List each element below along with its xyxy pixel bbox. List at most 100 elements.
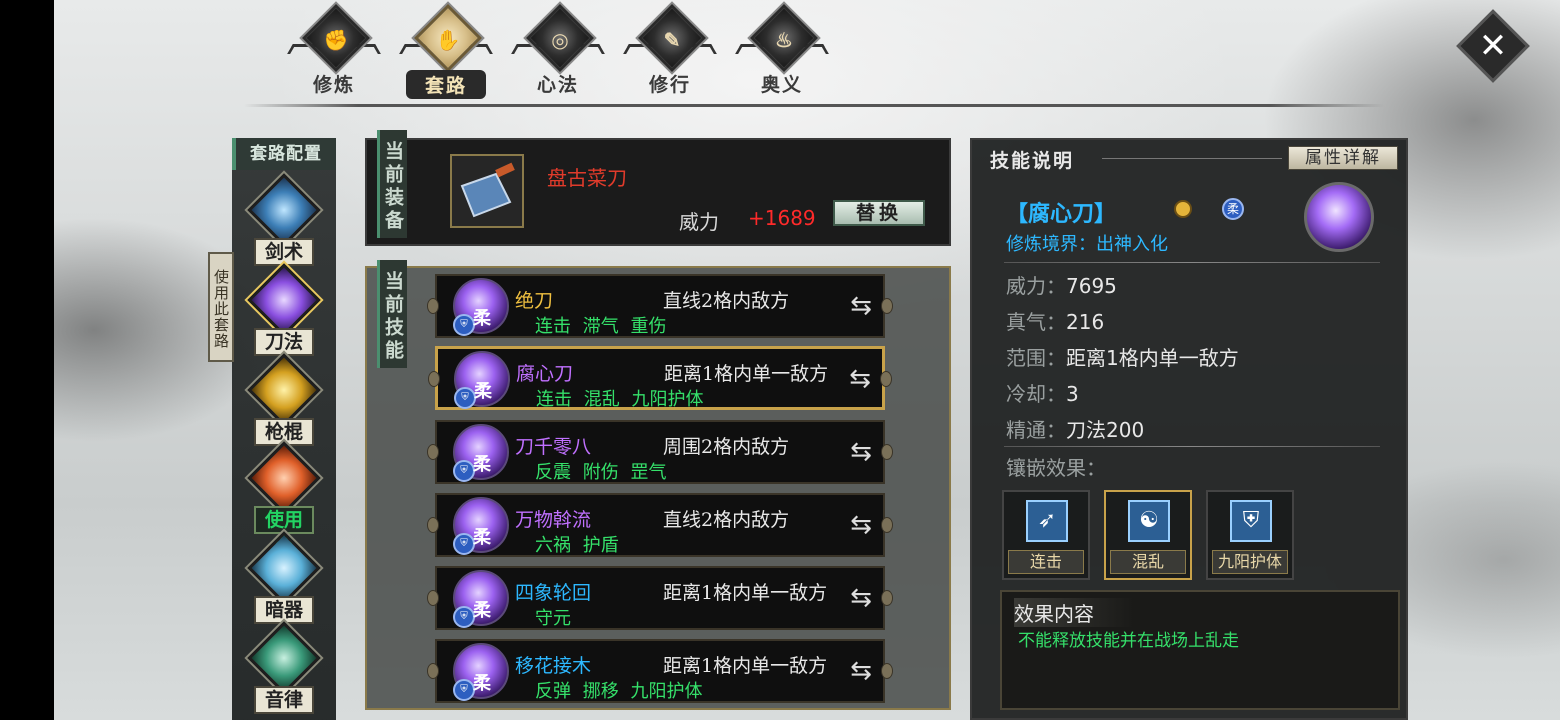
- skill-row-selected[interactable]: ⛨ 柔 腐心刀 距离1格内单一敌方 连击 混乱 九阳护体 ⇆: [428, 346, 892, 410]
- confuse-icon: ☯: [1128, 500, 1170, 542]
- route-config-label: 套路配置: [232, 138, 336, 170]
- rank-badge-icon: ⛨: [453, 314, 475, 336]
- skill-tags: 反弹 挪移 九阳护体: [535, 681, 703, 702]
- weapon-sword[interactable]: 剑术: [246, 173, 322, 268]
- replace-button[interactable]: 替换: [833, 200, 925, 226]
- skill-range: 距离1格内单一敌方: [664, 363, 829, 385]
- rank-badge-icon: ⛨: [453, 679, 475, 701]
- shield-icon: ⛨: [1230, 500, 1272, 542]
- swap-icon[interactable]: ⇆: [845, 436, 877, 468]
- skill-range: 周围2格内敌方: [663, 436, 790, 458]
- skill-name: 移花接木: [515, 655, 592, 677]
- skill-range: 直线2格内敌方: [663, 290, 790, 312]
- skill-name: 绝刀: [515, 290, 554, 312]
- coin-icon: [1174, 200, 1192, 218]
- equipment-name: 盘古菜刀: [547, 166, 627, 190]
- weapon-blade[interactable]: 刀法: [246, 263, 322, 358]
- skills-panel: 当前技能 ⛨ 柔 绝刀 直线2格内敌方 连击 滞气 重伤 ⇆ ⛨ 柔 腐心刀 距…: [365, 260, 951, 710]
- skill-range: 距离1格内单一敌方: [663, 582, 828, 604]
- rank-badge-icon: ⛨: [453, 533, 475, 555]
- skill-row[interactable]: ⛨ 柔 绝刀 直线2格内敌方 连击 滞气 重伤 ⇆: [427, 274, 893, 338]
- weapon-label: 剑术: [254, 238, 314, 266]
- close-icon: ✕: [1478, 26, 1508, 66]
- attribute-label: 柔: [473, 454, 491, 475]
- skill-detail-panel: 技能说明 属性详解 【腐心刀】 柔 修炼境界：出神入化 威力：7695 真气：2…: [970, 138, 1408, 720]
- weapon-hidden[interactable]: 暗器: [246, 531, 322, 626]
- swap-icon[interactable]: ⇆: [845, 582, 877, 614]
- blade-icon: [247, 263, 321, 337]
- power-value: +1689: [748, 206, 816, 230]
- weapon-fist-in-use[interactable]: 使用中: [246, 441, 322, 555]
- inlay-label: 混乱: [1110, 550, 1186, 574]
- inlay-shield[interactable]: ⛨ 九阳护体: [1206, 490, 1294, 580]
- weapon-music[interactable]: 音律: [246, 621, 322, 716]
- attribute-label: 柔: [473, 527, 491, 548]
- tab-label: 修行: [648, 74, 691, 96]
- swap-icon[interactable]: ⇆: [845, 509, 877, 541]
- weapon-spear[interactable]: 枪棍: [246, 353, 322, 448]
- tab-routine[interactable]: ✋ 套路: [398, 4, 494, 99]
- sword-icon: [247, 173, 321, 247]
- skill-name: 万物斡流: [515, 509, 592, 531]
- weapon-label: 音律: [254, 686, 314, 714]
- skill-row[interactable]: ⛨ 柔 四象轮回 距离1格内单一敌方 守元 ⇆: [427, 566, 893, 630]
- divider: [1102, 158, 1282, 159]
- hidden-weapon-icon: [247, 531, 321, 605]
- swap-icon[interactable]: ⇆: [844, 363, 876, 395]
- skill-range: 距离1格内单一敌方: [663, 655, 828, 677]
- divider: [1004, 446, 1380, 447]
- tab-cultivate[interactable]: ✊ 修炼: [286, 4, 382, 98]
- skill-range: 直线2格内敌方: [663, 509, 790, 531]
- stat-power: 威力：7695: [1006, 274, 1117, 298]
- inlay-confuse[interactable]: ☯ 混乱: [1104, 490, 1192, 580]
- weapon-label: 刀法: [254, 328, 314, 356]
- stat-qi: 真气：216: [1006, 310, 1105, 334]
- divider: [1004, 262, 1380, 263]
- tab-divider: [244, 104, 1384, 107]
- tab-practice[interactable]: ✎ 修行: [622, 4, 718, 98]
- effect-content-box: 效果内容 不能释放技能并在战场上乱走: [1000, 590, 1400, 710]
- skill-tags: 六祸 护盾: [535, 535, 619, 556]
- attribute-label: 柔: [473, 600, 491, 621]
- rank-badge-icon: ⛨: [454, 387, 476, 409]
- cleaver-icon[interactable]: [450, 154, 524, 228]
- skill-row[interactable]: ⛨ 柔 移花接木 距离1格内单一敌方 反弹 挪移 九阳护体 ⇆: [427, 639, 893, 703]
- skill-large-icon: [1304, 182, 1374, 252]
- game-screen: ✊ 修炼 ✋ 套路 ◎ 心法 ✎ 修行 ♨ 奥义 ✕ 套路配置 剑术 刀法 枪棍…: [54, 0, 1560, 720]
- attribute-label: 柔: [474, 381, 492, 402]
- equip-tag: 当前装备: [377, 130, 407, 238]
- attribute-detail-button[interactable]: 属性详解: [1288, 146, 1398, 170]
- tab-label: 套路: [406, 70, 486, 99]
- skill-tags: 反震 附伤 罡气: [535, 462, 667, 483]
- attribute-label: 柔: [473, 308, 491, 329]
- attribute-label: 柔: [473, 673, 491, 694]
- music-icon: [247, 621, 321, 695]
- spear-icon: [247, 353, 321, 427]
- weapon-label: 暗器: [254, 596, 314, 624]
- soft-attribute-badge: 柔: [1222, 198, 1244, 220]
- effect-text: 不能释放技能并在战场上乱走: [1018, 631, 1239, 651]
- close-button[interactable]: ✕: [1456, 9, 1530, 83]
- skill-row[interactable]: ⛨ 柔 刀千零八 周围2格内敌方 反震 附伤 罡气 ⇆: [427, 420, 893, 484]
- use-route-button[interactable]: 使用此套路: [208, 252, 234, 362]
- skill-name: 腐心刀: [516, 363, 574, 385]
- power-label: 威力: [679, 210, 719, 234]
- inlay-label: 九阳护体: [1212, 550, 1288, 574]
- effect-title: 效果内容: [1014, 598, 1134, 627]
- selected-skill-name: 【腐心刀】: [1006, 201, 1117, 227]
- tab-label: 修炼: [312, 74, 355, 96]
- skill-tags: 连击 混乱 九阳护体: [536, 389, 704, 410]
- tab-label: 心法: [536, 74, 579, 96]
- inlay-effects-label: 镶嵌效果：: [1006, 456, 1106, 480]
- skill-row[interactable]: ⛨ 柔 万物斡流 直线2格内敌方 六祸 护盾 ⇆: [427, 493, 893, 557]
- swap-icon[interactable]: ⇆: [845, 290, 877, 322]
- rank-badge-icon: ⛨: [453, 460, 475, 482]
- swap-icon[interactable]: ⇆: [845, 655, 877, 687]
- stat-range: 范围：距离1格内单一敌方: [1006, 346, 1239, 370]
- combo-icon: ➶: [1026, 500, 1068, 542]
- tab-mind-method[interactable]: ◎ 心法: [510, 4, 606, 98]
- skill-tags: 连击 滞气 重伤: [535, 316, 667, 337]
- inlay-combo[interactable]: ➶ 连击: [1002, 490, 1090, 580]
- tab-mystery[interactable]: ♨ 奥义: [734, 4, 830, 98]
- stat-cooldown: 冷却：3: [1006, 382, 1079, 406]
